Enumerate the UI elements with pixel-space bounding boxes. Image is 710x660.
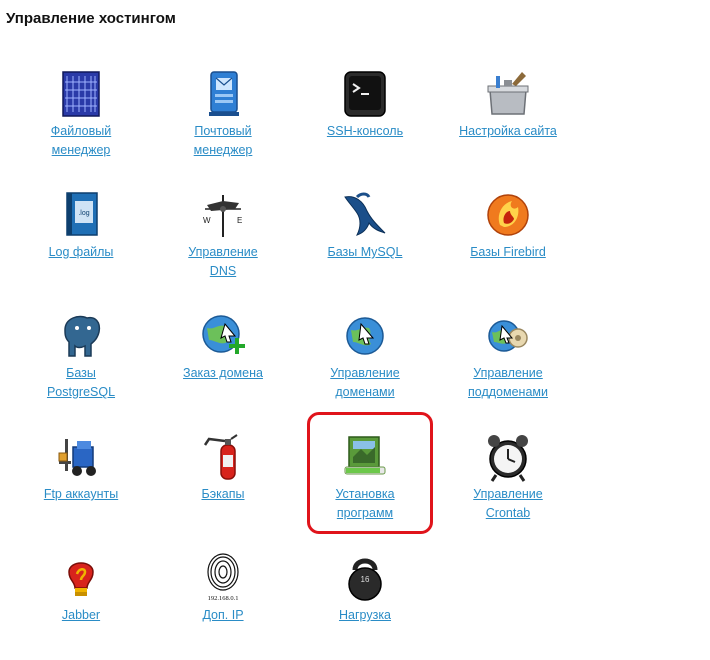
tile-label: Заказ домена — [183, 366, 263, 380]
tile-label: Управление DNS — [188, 245, 258, 278]
tile-jabber[interactable]: Jabber — [16, 552, 146, 625]
tile-backups[interactable]: Бэкапы — [158, 431, 288, 504]
tile-label: Jabber — [61, 608, 101, 622]
tile-ssh-console[interactable]: SSH-консоль — [300, 68, 430, 141]
tile-label: Настройка сайта — [459, 124, 557, 138]
mysql-dolphin-icon — [344, 192, 386, 236]
software-install-icon — [344, 436, 386, 475]
kettlebell-icon: 16 — [348, 558, 382, 601]
tile-label: Управление поддоменами — [468, 366, 548, 399]
tile-mysql-databases[interactable]: Базы MySQL — [300, 189, 430, 262]
tile-label: Ftp аккаунты — [43, 487, 119, 501]
firebird-icon — [487, 194, 529, 236]
jabber-bulb-icon — [68, 562, 94, 596]
globe-cursor-icon — [346, 317, 384, 355]
toolbox-icon — [487, 72, 529, 115]
tile-label: Файловый менеджер — [50, 124, 112, 157]
page-title: Управление хостингом — [6, 10, 176, 27]
ip-address-text: 192.168.0.1 — [208, 595, 239, 602]
tile-software-install[interactable]: Установка программ — [300, 431, 430, 523]
tile-site-settings[interactable]: Настройка сайта — [443, 68, 573, 141]
svg-text:W: W — [203, 216, 211, 225]
svg-text:.log: .log — [78, 210, 89, 217]
tile-label: Установка программ — [335, 487, 395, 520]
fire-extinguisher-icon — [203, 434, 238, 480]
tile-label: Базы PostgreSQL — [46, 366, 116, 399]
tile-label: SSH-консоль — [326, 124, 404, 138]
weathervane-icon: W E — [203, 195, 242, 237]
tile-domain-management[interactable]: Управление доменами — [300, 310, 430, 402]
terminal-icon — [344, 71, 386, 117]
tile-label: Log файлы — [48, 245, 114, 259]
tile-extra-ip[interactable]: 192.168.0.1 Доп. IP — [158, 552, 288, 625]
tile-postgresql-databases[interactable]: Базы PostgreSQL — [16, 310, 146, 402]
postgresql-elephant-icon — [64, 315, 101, 357]
tile-label: Доп. IP — [202, 608, 244, 622]
tile-label: Бэкапы — [201, 487, 245, 501]
tile-firebird-databases[interactable]: Базы Firebird — [443, 189, 573, 262]
mail-manager-icon — [209, 71, 239, 116]
tile-crontab-management[interactable]: Управление Crontab — [443, 431, 573, 523]
tile-label: Управление Crontab — [473, 487, 543, 520]
tile-label: Почтовый менеджер — [193, 124, 253, 157]
svg-text:E: E — [237, 216, 242, 225]
tile-ftp-accounts[interactable]: Ftp аккаунты — [16, 431, 146, 504]
tile-subdomain-management[interactable]: Управление поддоменами — [443, 310, 573, 402]
globe-gear-icon — [488, 320, 528, 352]
kettlebell-weight-text: 16 — [361, 575, 370, 584]
log-book-icon: .log — [66, 192, 98, 236]
tile-label: Нагрузка — [338, 608, 392, 622]
forklift-icon — [58, 439, 96, 476]
tile-label: Управление доменами — [330, 366, 400, 399]
alarm-clock-icon — [488, 435, 528, 482]
tile-dns-management[interactable]: W E Управление DNS — [158, 189, 288, 281]
file-manager-icon — [62, 71, 100, 117]
globe-add-icon — [202, 315, 245, 354]
tile-file-manager[interactable]: Файловый менеджер — [16, 68, 146, 160]
tile-label: Базы Firebird — [470, 245, 546, 259]
tile-log-files[interactable]: .log Log файлы — [16, 189, 146, 262]
fingerprint-icon: 192.168.0.1 — [207, 553, 239, 602]
tile-mail-manager[interactable]: Почтовый менеджер — [158, 68, 288, 160]
tile-load[interactable]: 16 Нагрузка — [300, 552, 430, 625]
tile-order-domain[interactable]: Заказ домена — [158, 310, 288, 383]
tile-label: Базы MySQL — [327, 245, 403, 259]
